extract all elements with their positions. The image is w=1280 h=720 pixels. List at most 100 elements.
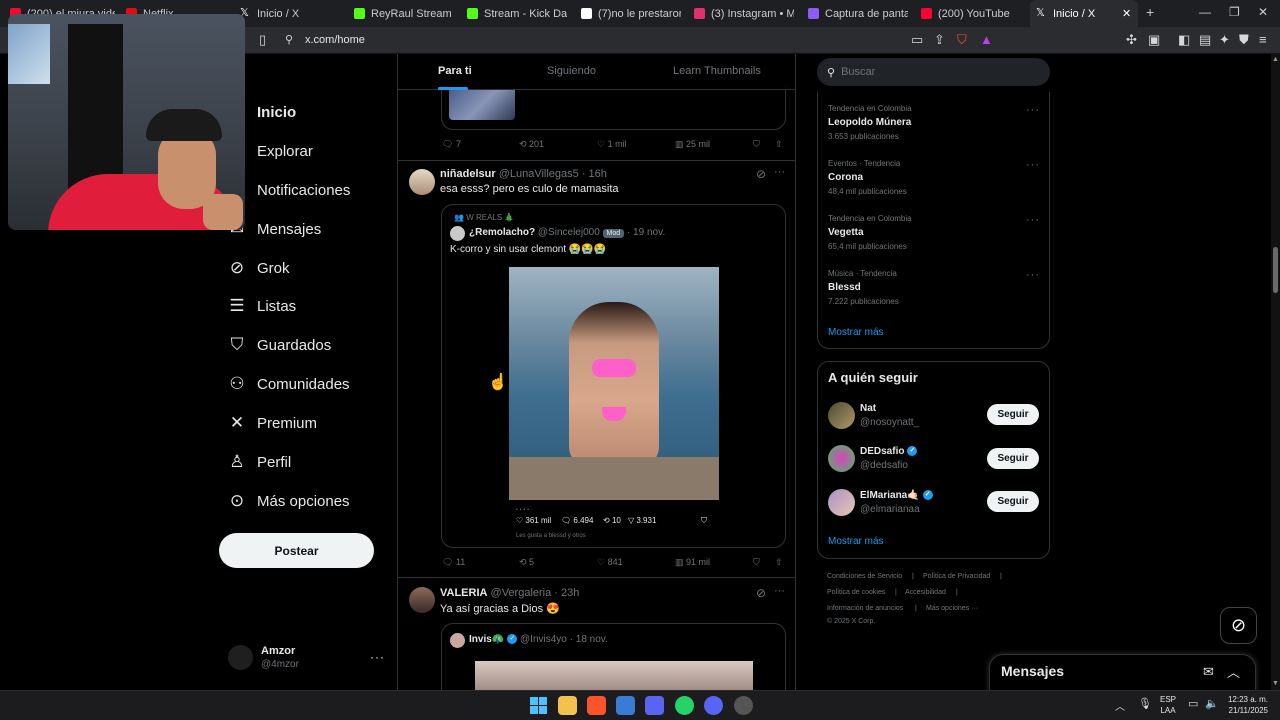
footer-link[interactable]: Política de Privacidad [923,573,990,580]
footer-link[interactable]: Condiciones de Servicio [827,573,902,580]
post-author-name[interactable]: VALERIA [440,587,487,599]
vpn-icon[interactable]: ⛊ [1239,33,1249,47]
share-icon[interactable]: ⇪ [934,33,945,47]
site-info-icon[interactable]: ⚲ [285,33,293,47]
browser-tab[interactable]: (200) YouTube [921,0,1021,27]
follow-user-name[interactable]: ElMariana🤙🏻 ✓ [860,490,933,501]
messages-drawer[interactable]: Mensajes ✉ ︿ [989,654,1256,694]
bookmark-icon[interactable]: ⛉ [753,139,760,150]
wallet-icon[interactable]: ▤ [1199,33,1211,47]
bookmark-icon[interactable]: ⛉ [753,557,760,568]
brave-rewards-icon[interactable]: ▲ [980,33,993,47]
post-author-name[interactable]: niñadelsur [440,168,496,180]
trend-more-icon[interactable]: ··· [1026,214,1040,226]
trend-item[interactable]: Corona [828,172,863,183]
scroll-up-icon[interactable]: ▲ [1272,56,1279,63]
follow-show-more-link[interactable]: Mostrar más [828,536,884,547]
trend-item[interactable]: Vegetta [828,227,864,238]
ai-icon[interactable]: ✦ [1219,33,1230,47]
footer-link[interactable]: Accesibilidad [905,589,946,596]
account-more-icon[interactable]: ··· [370,650,385,664]
post-time[interactable]: · 23h [554,587,579,599]
trend-more-icon[interactable]: ··· [1026,269,1040,281]
follow-user-name[interactable]: Nat [860,403,876,414]
cast-icon[interactable]: ▭ [911,33,923,47]
extensions-icon[interactable]: ✣ [1126,33,1137,47]
nav-item-notifications[interactable]: Notificaciones [228,175,350,205]
collapse-icon[interactable]: ︿ [1227,662,1240,681]
microphone-icon[interactable]: 🎙 [1138,697,1152,710]
trend-item[interactable]: Blessd [828,282,861,293]
share-icon[interactable]: ⇧ [775,139,783,150]
quoted-post[interactable]: Invis🦚 ✓ @Invis4yo · 18 nov. [441,623,786,690]
file-explorer-icon[interactable] [558,696,577,715]
follow-avatar[interactable] [828,445,855,472]
footer-link[interactable]: Más opciones ··· [926,605,978,612]
nav-item-bookmarks[interactable]: ⛉ Guardados [228,330,332,360]
network-icon[interactable]: ▭ [1188,697,1198,710]
post-time[interactable]: · 16h [582,168,607,180]
trends-show-more-link[interactable]: Mostrar más [828,327,884,338]
account-name[interactable]: Amzor [261,645,295,657]
scrollbar-thumb[interactable] [1273,247,1278,293]
game-icon[interactable] [645,696,664,715]
browser-tab[interactable]: ReyRaul Stream - Wat [354,0,454,27]
language-indicator[interactable]: ESP LAA [1160,694,1176,716]
browser-tab[interactable]: (7)no le prestaron ate [581,0,681,27]
more-icon[interactable]: ··· [774,166,785,178]
follow-user-name[interactable]: DEDsafio ✓ [860,446,918,457]
brave-shield-icon[interactable]: ⛉ [957,33,967,47]
sidebar-icon[interactable]: ◧ [1178,33,1190,47]
browser-tab[interactable]: (3) Instagram • Mensa [694,0,794,27]
search-input[interactable]: ⚲ Buscar [817,58,1050,86]
follow-button[interactable]: Seguir [987,448,1039,469]
tray-chevron-icon[interactable]: ︿ [1115,698,1125,713]
nav-item-premium[interactable]: ✕ Premium [228,408,317,438]
nav-item-lists[interactable]: ☰ Listas [228,291,296,321]
clock[interactable]: 12:23 a. m. 21/11/2025 [1222,694,1268,716]
reply-button[interactable]: 🗨 11 [442,557,465,568]
quote-image[interactable] [475,661,753,690]
scrollbar-track[interactable] [1271,54,1280,690]
follow-button[interactable]: Seguir [987,491,1039,512]
menu-icon[interactable]: ≡ [1259,33,1267,47]
url-field[interactable]: x.com/home [305,34,365,46]
volume-icon[interactable]: 🔈 [1205,697,1219,710]
post-avatar[interactable] [409,169,435,195]
tab-learn-thumbnails[interactable]: Learn Thumbnails [673,65,761,77]
views-button[interactable]: ▥ 25 mil [675,139,710,150]
post-avatar[interactable] [409,587,435,613]
nav-item-communities[interactable]: ⚇ Comunidades [228,369,349,399]
brave-browser-icon[interactable] [587,696,606,715]
follow-button[interactable]: Seguir [987,404,1039,425]
post-author-handle[interactable]: @Vergaleria [491,587,552,599]
minimize-icon[interactable]: — [1199,5,1211,19]
trend-more-icon[interactable]: ··· [1026,104,1040,116]
grok-icon[interactable]: ⊘ [756,167,766,181]
nav-item-profile[interactable]: ♙ Perfil [228,447,291,477]
close-tab-icon[interactable]: ✕ [1122,7,1131,20]
like-button[interactable]: ♡ 1 mil [597,139,627,150]
new-tab-icon[interactable]: + [1146,4,1154,20]
account-avatar[interactable] [228,645,253,670]
browser-tab-active[interactable]: 𝕏 Inicio / X ✕ [1030,0,1138,27]
more-icon[interactable]: ··· [774,585,785,597]
account-handle[interactable]: @4mzor [261,659,299,670]
bookmark-icon[interactable]: ▯ [259,33,266,47]
browser-tab[interactable]: Captura de pantalla pc [808,0,908,27]
nav-item-grok[interactable]: ⊘ Grok [228,253,290,283]
browser-tab[interactable]: Stream - Kick Dashbo [467,0,567,27]
views-button[interactable]: ▥ 91 mil [675,557,710,568]
media-icon[interactable]: ▣ [1148,33,1160,47]
maximize-icon[interactable]: ❐ [1229,5,1240,19]
nav-item-more[interactable]: ⊙ Más opciones [228,486,350,516]
grok-float-button[interactable]: ⊘ [1220,607,1257,644]
windows-start-icon[interactable] [530,697,547,714]
scroll-down-icon[interactable]: ▼ [1272,680,1279,687]
repost-button[interactable]: ⟲ 5 [519,557,534,568]
footer-link[interactable]: Política de cookies [827,589,885,596]
reply-button[interactable]: 🗨 7 [442,139,461,150]
post-button[interactable]: Postear [219,533,374,568]
obs-icon[interactable] [734,696,753,715]
repost-button[interactable]: ⟲ 201 [519,139,544,150]
